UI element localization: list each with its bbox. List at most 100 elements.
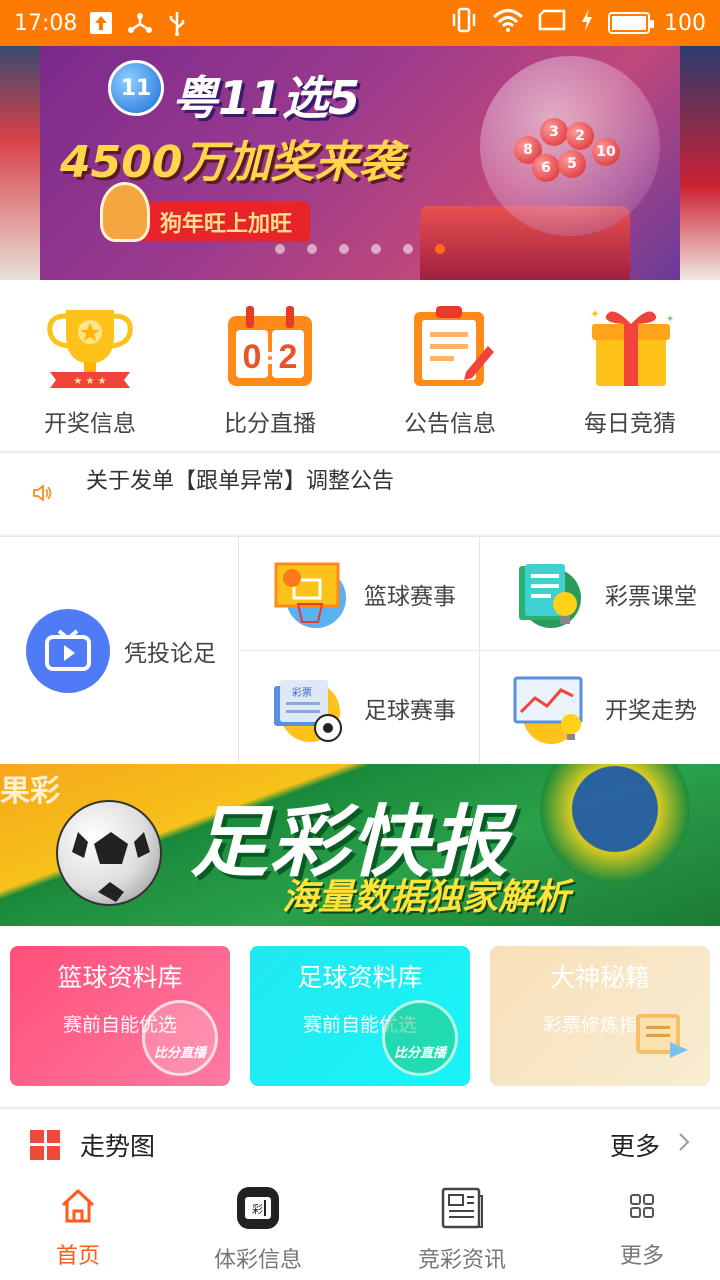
announcement-ticker[interactable]: 关于发单【跟单异常】调整公告 (0, 452, 720, 534)
soccer-ball-icon (56, 800, 162, 906)
usb-icon (167, 10, 187, 36)
card-title: 篮球资料库 (57, 963, 183, 992)
more-link[interactable]: 更多 (610, 1127, 690, 1163)
scroll-book-icon (622, 1000, 698, 1076)
card-title: 大神秘籍 (549, 963, 650, 992)
football-news-banner[interactable]: 果彩 足彩快报 海量数据独家解析 (0, 764, 720, 926)
quick-item-label: 开奖信息 (44, 411, 136, 437)
quick-item-label: 公告信息 (404, 411, 496, 437)
feature-label: 彩票课堂 (605, 583, 697, 610)
tv-icon (26, 609, 110, 693)
speaker-icon (32, 483, 54, 507)
prev-banner-peek (0, 46, 40, 280)
carousel-dot[interactable] (339, 244, 349, 254)
scoreboard-icon: 0 : 2 (222, 302, 318, 390)
carousel-dot-active[interactable] (435, 244, 445, 254)
svg-text:0: 0 (243, 338, 262, 376)
lottery-ticket-icon: 彩 (236, 1186, 280, 1234)
lottery-ball-icon: 11 (108, 60, 164, 116)
next-banner-peek (680, 46, 720, 280)
vibrate-icon (450, 7, 478, 39)
banner-headline: 4500万加奖来袭 (60, 137, 403, 188)
dog-mascot-icon (100, 182, 150, 242)
svg-text:★ ★ ★: ★ ★ ★ (73, 376, 106, 387)
tab-label: 竞彩资讯 (417, 1248, 506, 1273)
svg-text:✦: ✦ (590, 307, 600, 321)
promo-banner-carousel[interactable]: 11 粤11选5 4500万加奖来袭 狗年旺上加旺 8 3 2 6 5 10 (0, 46, 720, 280)
svg-text:彩: 彩 (252, 1203, 263, 1216)
chevron-right-icon (678, 1132, 690, 1158)
carousel-dot[interactable] (275, 244, 285, 254)
tab-label: 首页 (55, 1244, 100, 1269)
grid-more-icon (622, 1186, 662, 1230)
newspaper-icon (440, 1186, 484, 1234)
notice-board-icon (402, 302, 498, 390)
bottom-tab-bar: 首页 彩 体彩信息 竞彩资讯 更多 (0, 1180, 720, 1280)
tab-label: 体彩信息 (213, 1248, 302, 1273)
quick-item-announcements[interactable]: 公告信息 (360, 280, 540, 450)
ball-icon: 3 (540, 118, 568, 146)
feature-football-events[interactable]: 彩票 足球赛事 (240, 651, 480, 765)
ball-number: 11 (120, 75, 152, 101)
feature-grid: 凭投论足 篮球赛事 彩票课堂 彩票 足球赛事 开奖走势 (0, 536, 720, 765)
quick-item-draw-info[interactable]: ★ ★ ★ 开奖信息 (0, 280, 180, 450)
feature-label: 篮球赛事 (364, 583, 456, 610)
database-cards: 篮球资料库 赛前自能优选 比分直播 足球资料库 赛前自能优选 比分直播 大神秘籍… (0, 926, 720, 1106)
lottery-ticket-icon: 彩票 (270, 672, 348, 744)
trend-chart-icon (511, 672, 589, 744)
feature-label: 凭投论足 (124, 641, 216, 667)
wifi-icon (492, 8, 524, 38)
tab-lottery-info[interactable]: 彩 体彩信息 (156, 1180, 360, 1280)
quick-item-daily-quiz[interactable]: ✦ ✦ 每日竞猜 (540, 280, 720, 450)
basketball-hoop-icon (270, 558, 348, 630)
badge-text: 比分直播 (153, 1046, 206, 1061)
card-football-database[interactable]: 足球资料库 赛前自能优选 比分直播 (250, 946, 470, 1086)
feature-label: 开奖走势 (605, 698, 697, 724)
feature-video-analysis[interactable]: 凭投论足 (0, 537, 239, 765)
status-time: 17:08 (14, 10, 78, 36)
svg-text::: : (266, 345, 275, 370)
tab-sports-news[interactable]: 竞彩资讯 (360, 1180, 564, 1280)
trophy-icon: ★ ★ ★ (42, 302, 138, 390)
tab-home[interactable]: 首页 (0, 1180, 156, 1280)
football-badge-icon: 比分直播 (382, 1000, 458, 1076)
banner2-subtitle: 海量数据独家解析 (282, 877, 571, 918)
tab-label: 更多 (619, 1244, 664, 1269)
svg-text:2: 2 (279, 338, 298, 376)
carousel-dot[interactable] (403, 244, 413, 254)
home-icon (58, 1186, 98, 1230)
lightbulb-book-icon (511, 558, 589, 630)
ball-icon: 6 (532, 154, 560, 182)
status-bar: 17:08 100 (0, 0, 720, 46)
quick-item-label: 比分直播 (224, 411, 316, 437)
promo-banner[interactable]: 11 粤11选5 4500万加奖来袭 狗年旺上加旺 8 3 2 6 5 10 (40, 46, 680, 280)
ball-icon: 10 (592, 138, 620, 166)
carousel-indicator (40, 244, 680, 254)
card-master-guide[interactable]: 大神秘籍 彩票修炼指南 (490, 946, 710, 1086)
share-icon (127, 11, 153, 35)
carousel-dot[interactable] (371, 244, 381, 254)
brazil-flag-globe (540, 764, 690, 884)
badge-text: 比分直播 (393, 1046, 446, 1061)
trend-chart-section-header: 走势图 更多 (0, 1108, 720, 1180)
announcement-text[interactable]: 关于发单【跟单异常】调整公告 (86, 463, 394, 495)
banner-title: 粤11选5 (172, 71, 361, 125)
ball-icon: 2 (566, 122, 594, 150)
feature-lottery-class[interactable]: 彩票课堂 (481, 537, 720, 651)
carousel-dot[interactable] (307, 244, 317, 254)
basketball-badge-icon: 比分直播 (142, 1000, 218, 1076)
brand-logo-watermark: 果彩 (0, 774, 60, 809)
feature-draw-trend[interactable]: 开奖走势 (481, 651, 720, 765)
section-title: 走势图 (80, 1131, 156, 1161)
svg-text:✦: ✦ (666, 314, 674, 325)
quick-menu: ★ ★ ★ 开奖信息 0 : 2 比分直播 公告信息 ✦ ✦ 每日竞猜 (0, 280, 720, 450)
sim-card-icon (538, 8, 566, 38)
feature-basketball-events[interactable]: 篮球赛事 (240, 537, 480, 651)
card-basketball-database[interactable]: 篮球资料库 赛前自能优选 比分直播 (10, 946, 230, 1086)
card-title: 足球资料库 (297, 963, 423, 992)
quick-item-live-score[interactable]: 0 : 2 比分直播 (180, 280, 360, 450)
upload-icon (89, 11, 113, 35)
tab-more[interactable]: 更多 (564, 1180, 720, 1280)
trend-grid-icon (30, 1129, 60, 1160)
battery-level: 100 (664, 10, 706, 36)
